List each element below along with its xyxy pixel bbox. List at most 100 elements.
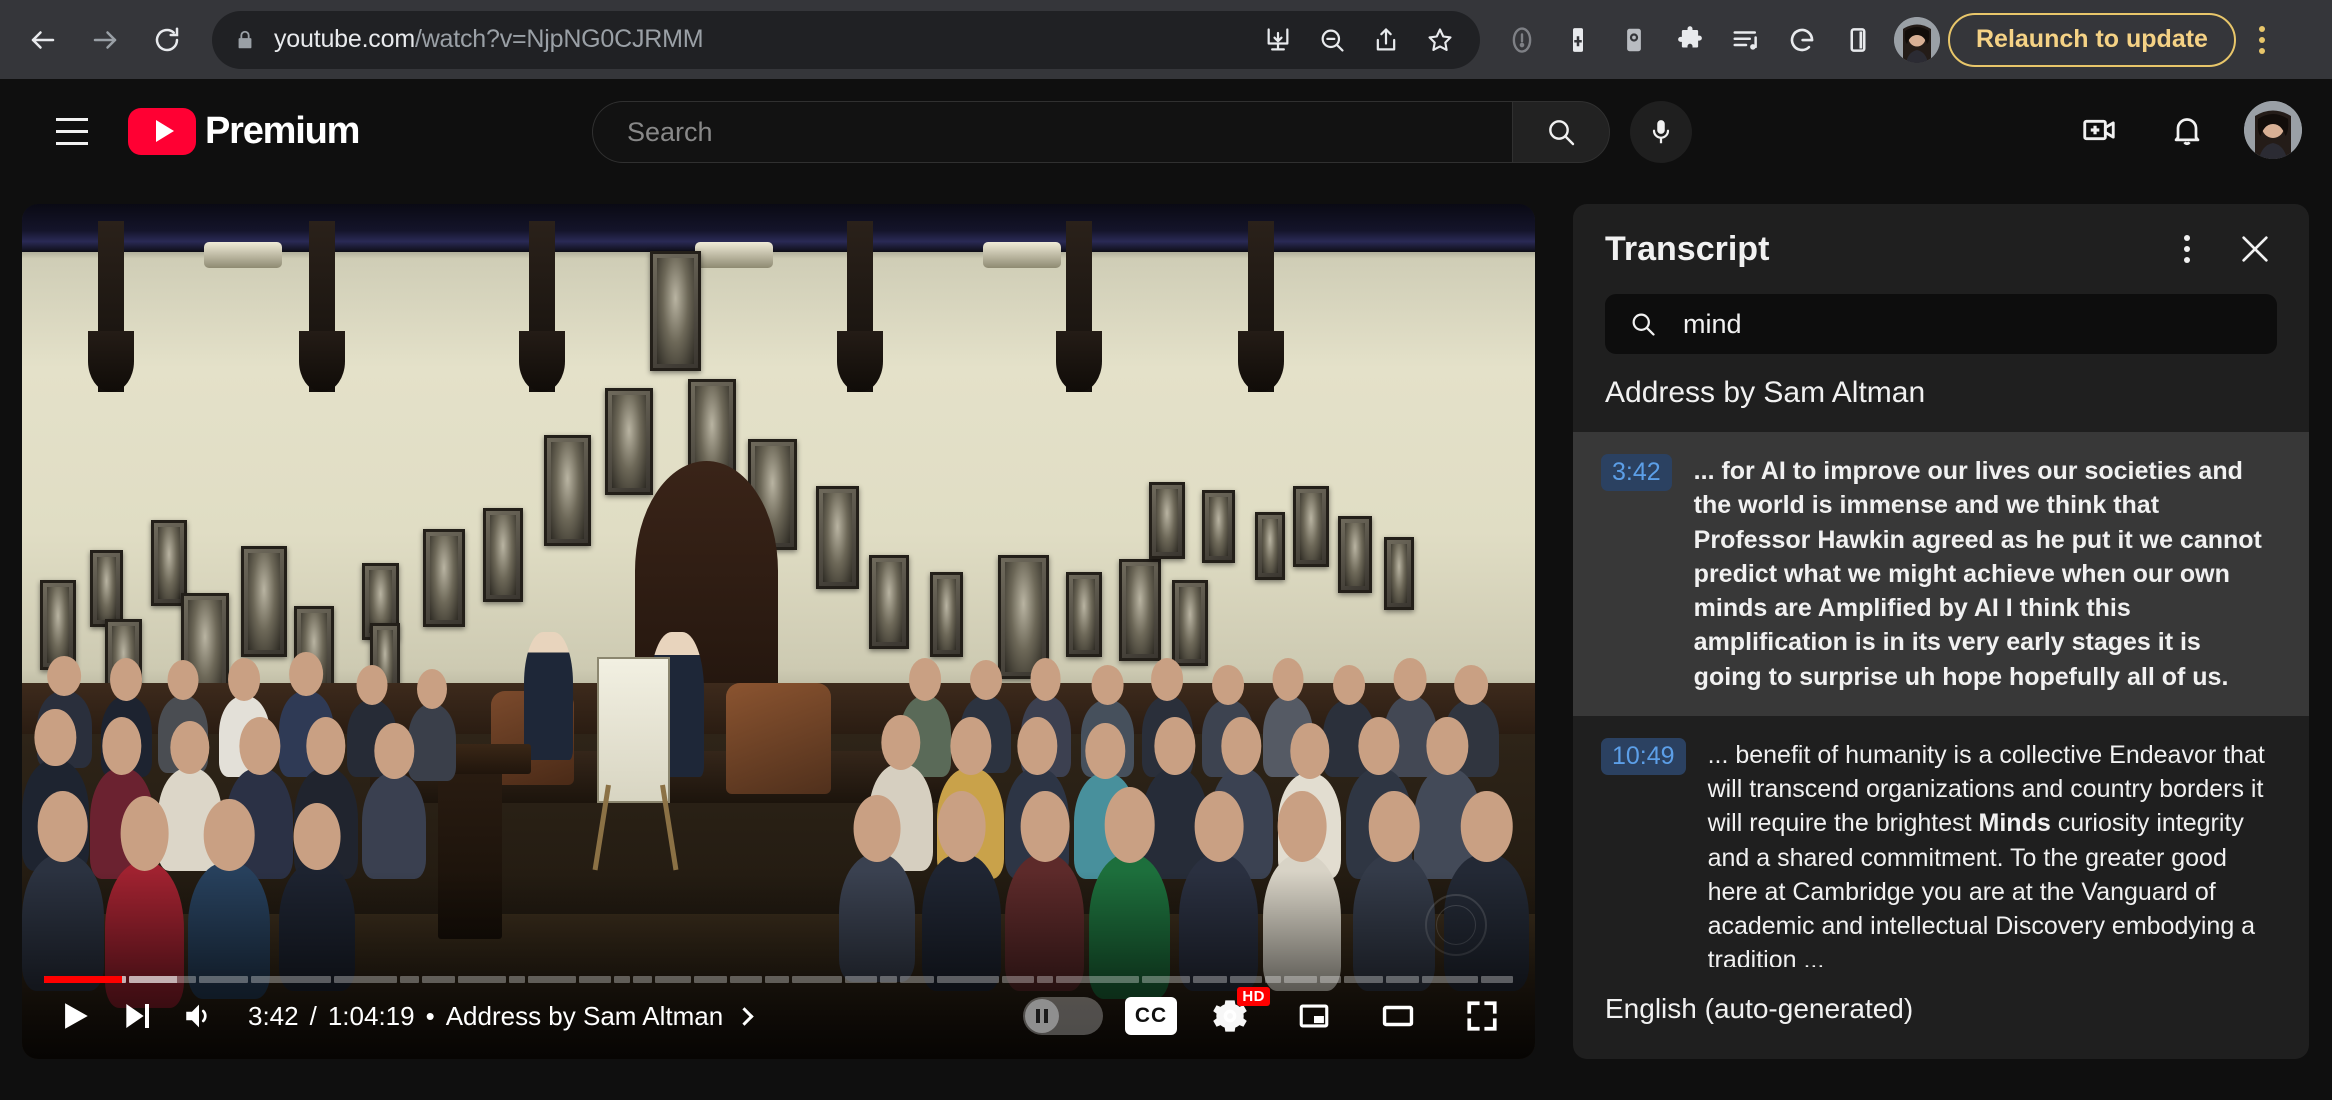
progress-chapter-segment[interactable] bbox=[198, 976, 249, 983]
video-player[interactable]: 3:42 / 1:04:19 • Address by Sam Altman C… bbox=[22, 204, 1535, 1059]
info-circle-button[interactable] bbox=[1496, 14, 1548, 66]
progress-chapter-segment[interactable] bbox=[1385, 976, 1420, 983]
transcript-timestamp[interactable]: 10:49 bbox=[1601, 737, 1686, 775]
progress-chapter-segment[interactable] bbox=[655, 976, 691, 983]
create-video-icon bbox=[2083, 119, 2115, 141]
play-icon bbox=[65, 1003, 88, 1029]
voice-search-button[interactable] bbox=[1630, 101, 1692, 163]
transcript-entry[interactable]: 10:49 ... benefit of humanity is a collec… bbox=[1573, 716, 2309, 967]
transcript-timestamp[interactable]: 3:42 bbox=[1601, 454, 1672, 491]
progress-chapter-segment[interactable] bbox=[1320, 976, 1342, 983]
transcript-close-button[interactable] bbox=[2227, 221, 2283, 277]
address-bar[interactable]: youtube.com/watch?v=NjpNG0CJRMM bbox=[212, 10, 1480, 69]
progress-chapter-segment[interactable] bbox=[614, 976, 631, 983]
bookmark-button[interactable] bbox=[1414, 14, 1466, 66]
youtube-premium-logo[interactable]: Premium bbox=[128, 107, 360, 155]
progress-chapter-segment[interactable] bbox=[509, 976, 526, 983]
extensions-button[interactable] bbox=[1664, 14, 1716, 66]
progress-chapter-segment[interactable] bbox=[900, 976, 934, 983]
progress-chapter-segment[interactable] bbox=[1422, 976, 1479, 983]
theater-mode-icon bbox=[1382, 1005, 1414, 1027]
playlist-queue-icon bbox=[1733, 30, 1757, 50]
chapter-title[interactable]: Address by Sam Altman bbox=[446, 1001, 723, 1032]
progress-bar-row[interactable] bbox=[22, 976, 1535, 983]
progress-chapter-segment[interactable] bbox=[579, 976, 612, 983]
playlist-queue-button[interactable] bbox=[1720, 14, 1772, 66]
progress-chapter-segment[interactable] bbox=[1283, 976, 1318, 983]
extensions-area bbox=[1496, 14, 1884, 66]
side-panel-button[interactable] bbox=[1832, 14, 1884, 66]
progress-chapter-segment[interactable] bbox=[399, 976, 419, 983]
progress-chapter-segment[interactable] bbox=[1264, 976, 1281, 983]
progress-chapter-segment[interactable] bbox=[765, 976, 790, 983]
notifications-bell-icon bbox=[2174, 118, 2200, 146]
screenshot-button[interactable] bbox=[1608, 14, 1660, 66]
reload-button[interactable] bbox=[138, 11, 196, 69]
played-range bbox=[44, 976, 122, 983]
progress-chapter-segment[interactable] bbox=[633, 976, 653, 983]
transcript-entry[interactable]: 3:42 ... for AI to improve our lives our … bbox=[1573, 432, 2309, 716]
chevron-right-icon[interactable] bbox=[735, 1006, 754, 1026]
transcript-menu-button[interactable] bbox=[2159, 221, 2215, 277]
progress-chapter-segment[interactable] bbox=[334, 976, 397, 983]
notifications-button[interactable] bbox=[2156, 99, 2218, 161]
fullscreen-button[interactable] bbox=[1451, 985, 1513, 1047]
progress-chapter-segment[interactable] bbox=[936, 976, 1000, 983]
close-x-icon bbox=[2242, 236, 2268, 262]
forward-button[interactable] bbox=[76, 11, 134, 69]
guide-menu-button[interactable] bbox=[42, 101, 102, 161]
transcript-search-value: mind bbox=[1683, 308, 1742, 339]
transcript-section-title: Address by Sam Altman bbox=[1605, 376, 1926, 409]
volume-button[interactable] bbox=[168, 985, 230, 1047]
progress-chapter-segment[interactable] bbox=[693, 976, 728, 983]
transcript-search-input[interactable]: mind bbox=[1605, 294, 2277, 354]
progress-chapter-segment[interactable] bbox=[1344, 976, 1383, 983]
premium-wordmark: Premium bbox=[205, 109, 360, 152]
youtube-masthead: Premium Search bbox=[0, 79, 2332, 183]
three-dots-vertical-icon bbox=[2184, 235, 2190, 263]
progress-chapter-segment[interactable] bbox=[1229, 976, 1262, 983]
progress-chapter-segment[interactable] bbox=[1037, 976, 1054, 983]
create-video-button[interactable] bbox=[2068, 99, 2130, 161]
account-avatar[interactable] bbox=[2244, 101, 2302, 159]
password-manager-button[interactable] bbox=[1552, 14, 1604, 66]
progress-chapter-segment[interactable] bbox=[879, 976, 898, 983]
chrome-menu-button[interactable] bbox=[2238, 13, 2286, 67]
progress-chapter-segment[interactable] bbox=[1481, 976, 1514, 983]
settings-button[interactable]: HD bbox=[1199, 985, 1270, 1047]
progress-chapter-segment[interactable] bbox=[730, 976, 763, 983]
progress-chapter-segment[interactable] bbox=[251, 976, 332, 983]
url-domain: youtube.com bbox=[274, 25, 415, 53]
share-button[interactable] bbox=[1360, 14, 1412, 66]
back-button[interactable] bbox=[14, 11, 72, 69]
progress-chapter-segment[interactable] bbox=[421, 976, 456, 983]
progress-bar[interactable] bbox=[44, 976, 1514, 983]
progress-chapter-segment[interactable] bbox=[1056, 976, 1140, 983]
progress-chapter-segment[interactable] bbox=[844, 976, 877, 983]
play-button[interactable] bbox=[44, 985, 106, 1047]
browser-profile-avatar[interactable] bbox=[1894, 16, 1940, 63]
masthead-buttons bbox=[2068, 99, 2302, 161]
microphone-icon bbox=[1652, 120, 1670, 144]
relaunch-to-update-button[interactable]: Relaunch to update bbox=[1948, 12, 2236, 67]
progress-chapter-segment[interactable] bbox=[528, 976, 577, 983]
autoplay-pause-icon bbox=[1025, 999, 1059, 1033]
progress-chapter-segment[interactable] bbox=[1193, 976, 1227, 983]
progress-chapter-segment[interactable] bbox=[128, 976, 196, 983]
miniplayer-button[interactable] bbox=[1283, 985, 1345, 1047]
google-button[interactable] bbox=[1776, 14, 1828, 66]
progress-chapter-segment[interactable] bbox=[458, 976, 507, 983]
progress-chapter-segment[interactable] bbox=[1002, 976, 1035, 983]
theater-mode-button[interactable] bbox=[1367, 985, 1429, 1047]
search-input[interactable]: Search bbox=[592, 101, 1512, 163]
progress-chapter-segment[interactable] bbox=[44, 976, 126, 983]
zoom-out-button[interactable] bbox=[1306, 14, 1358, 66]
autoplay-toggle[interactable] bbox=[1023, 997, 1103, 1035]
search-submit-button[interactable] bbox=[1512, 101, 1610, 163]
progress-chapter-segment[interactable] bbox=[792, 976, 842, 983]
install-app-button[interactable] bbox=[1252, 14, 1304, 66]
next-video-button[interactable] bbox=[106, 985, 168, 1047]
captions-button[interactable]: CC bbox=[1125, 997, 1177, 1035]
progress-chapter-segment[interactable] bbox=[1142, 976, 1191, 983]
transcript-list[interactable]: 3:42 ... for AI to improve our lives our … bbox=[1573, 432, 2309, 967]
